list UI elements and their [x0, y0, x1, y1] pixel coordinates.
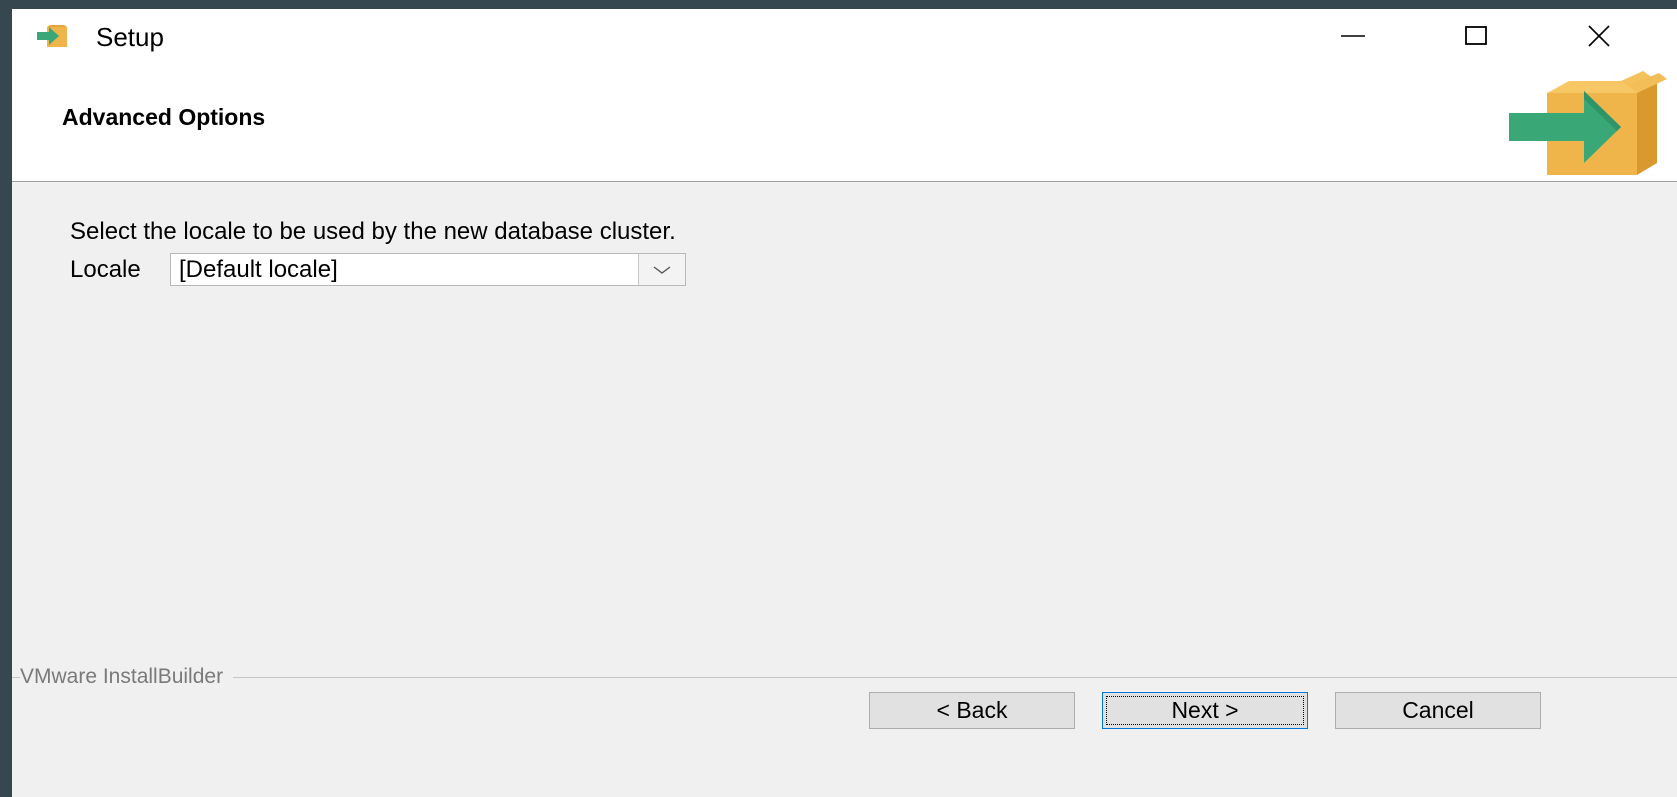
page-title: Advanced Options: [62, 104, 266, 130]
installer-box-arrow-icon: [1509, 71, 1667, 175]
locale-label: Locale: [70, 256, 141, 283]
footer-separator: [12, 677, 1677, 678]
window-title: Setup: [96, 22, 164, 52]
title-bar[interactable]: Setup: [12, 9, 1677, 63]
wizard-header: Advanced Options: [12, 63, 1677, 182]
back-button[interactable]: < Back: [869, 692, 1075, 729]
installer-box-icon: [37, 25, 67, 47]
instruction-text: Select the locale to be used by the new …: [70, 218, 676, 245]
close-icon: [1588, 25, 1610, 47]
locale-selected-value: [Default locale]: [179, 256, 338, 283]
dropdown-toggle[interactable]: [638, 254, 685, 285]
focus-ring: [1106, 696, 1304, 725]
locale-dropdown[interactable]: [Default locale]: [170, 253, 686, 286]
minimize-button[interactable]: [1311, 9, 1395, 63]
cancel-button-label: Cancel: [1402, 697, 1474, 723]
chevron-down-icon: [653, 265, 671, 274]
next-button[interactable]: Next >: [1102, 692, 1308, 729]
close-button[interactable]: [1557, 9, 1641, 63]
maximize-button[interactable]: [1435, 9, 1519, 63]
maximize-icon: [1465, 26, 1487, 45]
setup-window: Setup Advanced Options Select the locale…: [12, 9, 1677, 797]
cancel-button[interactable]: Cancel: [1335, 692, 1541, 729]
installer-brand: VMware InstallBuilder: [20, 665, 234, 689]
back-button-label: < Back: [936, 697, 1008, 723]
minimize-icon: [1341, 35, 1365, 37]
